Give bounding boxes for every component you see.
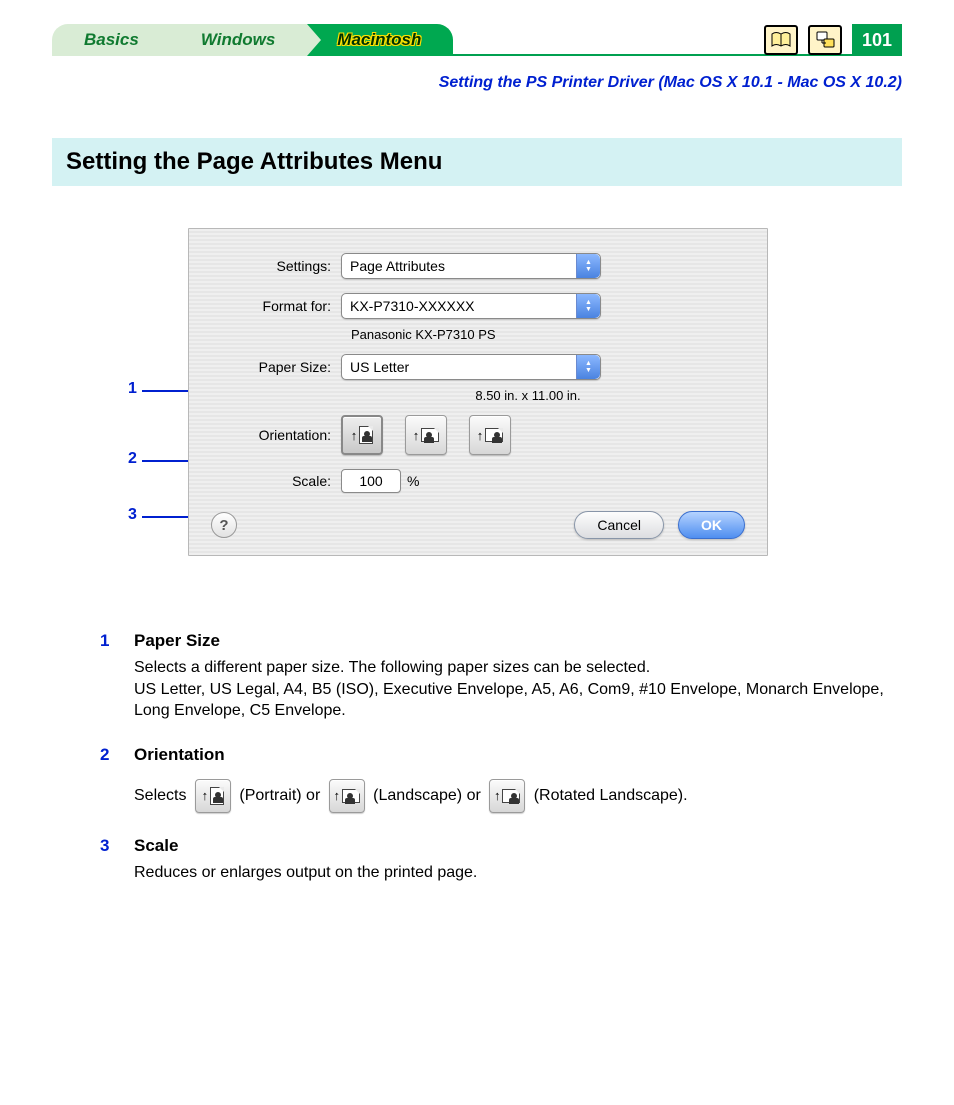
page-number: 101 [852,24,902,56]
tab-basics[interactable]: Basics [52,24,171,56]
help-button[interactable]: ? [211,512,237,538]
paper-size-select[interactable]: US Letter ▲▼ [341,354,601,380]
desc-1-num: 1 [100,630,134,722]
cancel-button[interactable]: Cancel [574,511,664,539]
network-icon[interactable] [808,25,842,55]
settings-value: Page Attributes [350,258,445,274]
format-for-label: Format for: [211,298,341,314]
dropdown-arrows-icon: ▲▼ [576,294,600,318]
page-setup-dialog: Settings: Page Attributes ▲▼ Format for:… [188,228,768,556]
rotated-landscape-icon: ↑ [489,779,525,813]
desc-2-line: Selects ↑ (Portrait) or ↑ (Landscape) or… [134,779,884,813]
orientation-portrait-button[interactable]: ↑ [341,415,383,455]
descriptions: 1 Paper Size Selects a different paper s… [100,630,884,905]
printer-subtext: Panasonic KX-P7310 PS [351,327,745,342]
callout-2: 2 [128,450,137,468]
breadcrumb-subtitle: Setting the PS Printer Driver (Mac OS X … [439,74,902,92]
paper-size-value: US Letter [350,359,409,375]
landscape-icon: ↑ [329,779,365,813]
desc-1-line1: Selects a different paper size. The foll… [134,657,884,679]
desc-3-title: Scale [134,835,884,858]
scale-label: Scale: [211,473,341,489]
portrait-icon: ↑ [195,779,231,813]
ok-button[interactable]: OK [678,511,745,539]
orientation-landscape-button[interactable]: ↑ [405,415,447,455]
settings-select[interactable]: Page Attributes ▲▼ [341,253,601,279]
callout-1: 1 [128,380,137,398]
desc-2-num: 2 [100,744,134,813]
orientation-rotated-landscape-button[interactable]: ↑ [469,415,511,455]
scale-unit: % [407,473,419,489]
top-nav-bar: Basics Windows Macintosh 101 [52,24,902,56]
desc-1-line2: US Letter, US Legal, A4, B5 (ISO), Execu… [134,679,884,722]
desc-1-title: Paper Size [134,630,884,653]
settings-label: Settings: [211,258,341,274]
book-icon[interactable] [764,25,798,55]
format-for-value: KX-P7310-XXXXXX [350,298,475,314]
scale-input[interactable]: 100 [341,469,401,493]
section-title: Setting the Page Attributes Menu [66,148,888,176]
section-title-bar: Setting the Page Attributes Menu [52,138,902,186]
desc-3-num: 3 [100,835,134,884]
paper-dimensions: 8.50 in. x 11.00 in. [311,388,745,403]
paper-size-label: Paper Size: [211,359,341,375]
orientation-label: Orientation: [211,427,341,443]
dropdown-arrows-icon: ▲▼ [576,355,600,379]
callout-3: 3 [128,506,137,524]
dropdown-arrows-icon: ▲▼ [576,254,600,278]
format-for-select[interactable]: KX-P7310-XXXXXX ▲▼ [341,293,601,319]
desc-2-title: Orientation [134,744,884,767]
desc-3-line1: Reduces or enlarges output on the printe… [134,862,884,884]
